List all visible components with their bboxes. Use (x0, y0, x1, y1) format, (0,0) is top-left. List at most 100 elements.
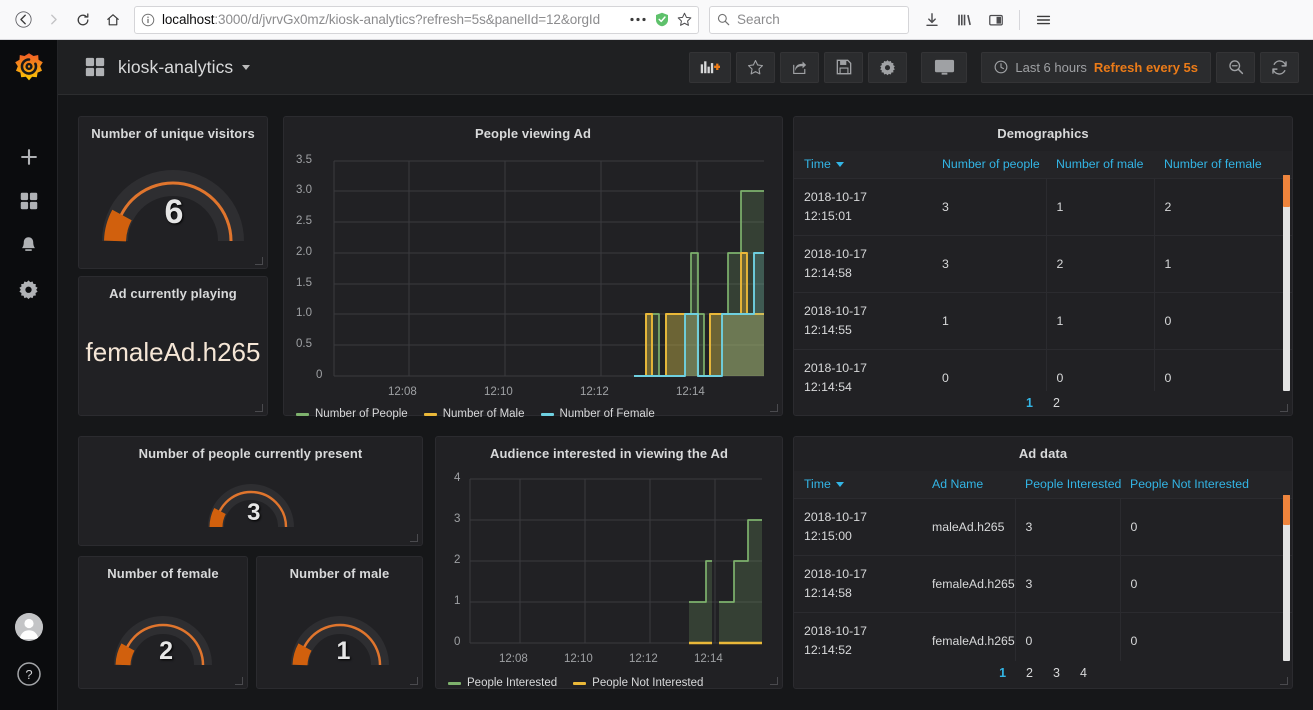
y-tick: 2 (454, 554, 461, 566)
forward-button[interactable] (38, 5, 68, 35)
downloads-icon[interactable] (917, 5, 947, 35)
cycle-view-mode-button[interactable] (921, 51, 968, 83)
user-avatar[interactable] (14, 613, 43, 641)
back-button[interactable] (8, 5, 38, 35)
toolbar-divider (1019, 9, 1020, 30)
page-title[interactable]: kiosk-analytics (118, 57, 251, 78)
cell-time: 2018-10-17 12:14:58 (794, 235, 932, 294)
table-row[interactable]: 2018-10-17 12:14:52 femaleAd.h265 0 0 (794, 612, 1292, 661)
search-bar[interactable]: Search (709, 5, 909, 34)
table-row[interactable]: 2018-10-17 12:15:01 3 1 2 (794, 178, 1292, 237)
sidebar-item-create[interactable] (0, 135, 58, 179)
ad-data-table-scroll[interactable]: Time Ad Name People Interested People No… (794, 471, 1292, 661)
y-tick: 1 (454, 595, 461, 607)
help-icon[interactable]: ? (16, 661, 42, 692)
panel-resize-handle[interactable] (255, 257, 264, 266)
chart-audience-interested[interactable]: 4 3 2 1 0 12:08 12:10 12:12 12:14 (444, 471, 774, 665)
column-header-time[interactable]: Time (794, 151, 932, 179)
panel-demographics[interactable]: Demographics Time Number of people Numbe… (793, 116, 1293, 416)
share-dashboard-button[interactable] (780, 51, 820, 83)
sidebar-item-alerting[interactable] (0, 223, 58, 267)
sidebar-bottom: ? (14, 613, 43, 710)
panel-resize-handle[interactable] (235, 677, 244, 686)
column-header-time[interactable]: Time (794, 471, 922, 499)
reload-button[interactable] (68, 5, 98, 35)
page-button-1[interactable]: 1 (1026, 396, 1033, 410)
legend-label: Number of Male (442, 408, 525, 420)
gauge-value-people-present: 3 (247, 499, 261, 526)
column-header-people-interested[interactable]: People Interested (1015, 471, 1121, 499)
table-row[interactable]: 2018-10-17 12:14:58 3 2 1 (794, 235, 1292, 294)
legend-item[interactable]: People Interested (448, 677, 557, 689)
page-actions-icon[interactable] (630, 17, 646, 22)
search-icon (717, 13, 730, 26)
panel-people-present[interactable]: Number of people currently present 3 (78, 436, 423, 546)
column-header-ad-name[interactable]: Ad Name (922, 471, 1015, 499)
column-header-female[interactable]: Number of female (1154, 151, 1292, 179)
panel-female-count[interactable]: Number of female 2 (78, 556, 248, 689)
page-button-1[interactable]: 1 (999, 666, 1006, 680)
table-row[interactable]: 2018-10-17 12:14:58 femaleAd.h265 3 0 (794, 555, 1292, 614)
page-button-2[interactable]: 2 (1026, 666, 1033, 680)
cell-people: 3 (932, 178, 1047, 237)
gauge-value-unique-visitors: 6 (164, 193, 184, 231)
y-tick: 3.5 (296, 154, 312, 166)
cell-interested: 3 (1015, 555, 1121, 614)
home-button[interactable] (98, 5, 128, 35)
legend-audience-interested: People Interested People Not Interested (436, 677, 782, 689)
legend-item[interactable]: Number of People (296, 408, 408, 420)
cell-male: 1 (1046, 292, 1155, 351)
cell-female: 1 (1154, 235, 1292, 294)
page-button-2[interactable]: 2 (1053, 396, 1060, 410)
refresh-dashboard-button[interactable] (1260, 51, 1299, 83)
panel-resize-handle[interactable] (410, 534, 419, 543)
chart-people-viewing-ad[interactable]: 3.5 3.0 2.5 2.0 1.5 1.0 0.5 0 12:08 12:1… (294, 153, 772, 398)
panel-unique-visitors[interactable]: Number of unique visitors 6 (78, 116, 268, 269)
table-scrollbar-thumb[interactable] (1283, 495, 1290, 525)
column-header-people-not-interested[interactable]: People Not Interested (1120, 471, 1292, 499)
sidebar-item-dashboards[interactable] (0, 179, 58, 223)
column-header-male[interactable]: Number of male (1046, 151, 1154, 179)
hamburger-menu-icon[interactable] (1028, 5, 1058, 35)
bookmark-icon[interactable] (677, 12, 692, 27)
panel-ad-data[interactable]: Ad data Time Ad Name People Interested P… (793, 436, 1293, 689)
panel-male-count[interactable]: Number of male 1 (256, 556, 423, 689)
page-info-icon[interactable] (141, 13, 155, 27)
legend-item[interactable]: Number of Male (423, 408, 525, 420)
time-range-picker[interactable]: Last 6 hours Refresh every 5s (981, 51, 1211, 83)
legend-swatch-icon (448, 681, 461, 685)
table-row[interactable]: 2018-10-17 12:14:54 0 0 0 (794, 349, 1292, 391)
demographics-table-scroll[interactable]: Time Number of people Number of male Num… (794, 151, 1292, 391)
panel-resize-handle[interactable] (255, 404, 264, 413)
panel-audience-interested[interactable]: Audience interested in viewing the Ad 4 … (435, 436, 783, 689)
zoom-out-time-button[interactable] (1216, 51, 1255, 83)
chevron-down-icon[interactable] (242, 65, 251, 71)
star-dashboard-button[interactable] (736, 51, 776, 83)
add-panel-button[interactable] (689, 51, 732, 83)
table-row[interactable]: 2018-10-17 12:15:00 maleAd.h265 3 0 (794, 498, 1292, 557)
legend-item[interactable]: Number of Female (540, 408, 655, 420)
dashboard-settings-button[interactable] (868, 51, 908, 83)
table-scrollbar-thumb[interactable] (1283, 175, 1290, 207)
topnav-actions: Last 6 hours Refresh every 5s (689, 51, 1299, 83)
search-input[interactable]: Search (737, 12, 780, 27)
table-scrollbar-track[interactable] (1283, 175, 1290, 391)
url-bar[interactable]: localhost:3000/d/jvrvGx0mz/kiosk-analyti… (134, 5, 699, 34)
save-dashboard-button[interactable] (824, 51, 864, 83)
page-button-3[interactable]: 3 (1053, 666, 1060, 680)
library-icon[interactable] (949, 5, 979, 35)
sidebar-item-configuration[interactable] (0, 267, 58, 311)
panel-people-viewing-ad[interactable]: People viewing Ad 3.5 3.0 2.5 2.0 1.5 1.… (283, 116, 783, 420)
legend-item[interactable]: People Not Interested (573, 677, 703, 689)
panel-resize-handle[interactable] (410, 677, 419, 686)
tracking-protection-icon[interactable] (655, 12, 669, 27)
panel-ad-currently-playing[interactable]: Ad currently playing femaleAd.h265 (78, 276, 268, 416)
y-tick: 1.0 (296, 307, 312, 319)
table-row[interactable]: 2018-10-17 12:14:55 1 1 0 (794, 292, 1292, 351)
grafana-logo-icon[interactable] (12, 52, 46, 93)
column-header-people[interactable]: Number of people (932, 151, 1046, 179)
url-text: localhost:3000/d/jvrvGx0mz/kiosk-analyti… (162, 12, 600, 27)
panel-title-female: Number of female (107, 566, 219, 581)
page-button-4[interactable]: 4 (1080, 666, 1087, 680)
sidebars-icon[interactable] (981, 5, 1011, 35)
